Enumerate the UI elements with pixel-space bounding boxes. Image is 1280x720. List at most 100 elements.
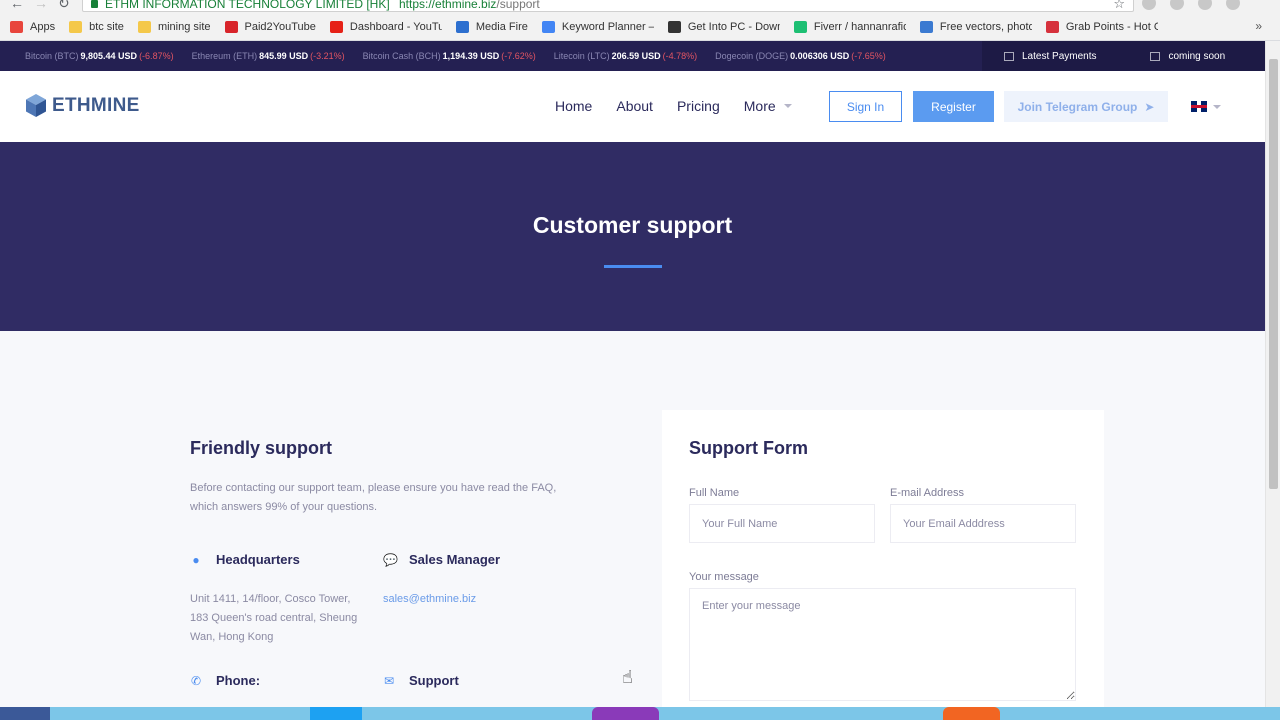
ticker-price: 1,194.39 USD bbox=[442, 51, 500, 61]
main-nav: Home About Pricing More bbox=[555, 98, 816, 114]
bookmark-item[interactable]: Dashboard - YouTube bbox=[329, 21, 442, 33]
phone-label: Phone: bbox=[216, 673, 261, 688]
bookmark-item[interactable]: mining site bbox=[137, 21, 211, 33]
bookmarks-bar: Apps btc site mining site Paid2YouTube Dashb… bbox=[0, 14, 1280, 41]
chat-bubble-icon: 💬 bbox=[383, 552, 398, 567]
uk-flag-icon bbox=[1191, 101, 1207, 112]
nav-pricing[interactable]: Pricing bbox=[677, 98, 720, 114]
sales-manager-heading: 💬 Sales Manager bbox=[383, 552, 500, 567]
ticker-item: Ethereum (ETH) 845.99 USD (-3.21%) bbox=[192, 51, 345, 61]
nav-home[interactable]: Home bbox=[555, 98, 592, 114]
ticker-change: (-7.65%) bbox=[851, 51, 886, 61]
instagram-icon[interactable] bbox=[592, 707, 659, 720]
sales-manager-label: Sales Manager bbox=[409, 552, 501, 567]
ticker-price: 845.99 USD bbox=[259, 51, 309, 61]
register-button[interactable]: Register bbox=[913, 91, 994, 122]
telegram-button[interactable]: Join Telegram Group ➤ bbox=[1004, 91, 1168, 122]
ticker-item: Dogecoin (DOGE) 0.006306 USD (-7.65%) bbox=[715, 51, 886, 61]
message-textarea[interactable] bbox=[689, 588, 1076, 701]
bookmark-item[interactable]: Paid2YouTube bbox=[224, 21, 316, 33]
extension-icon[interactable] bbox=[1226, 0, 1240, 10]
freepik-icon bbox=[919, 21, 933, 33]
bookmark-item[interactable]: Apps bbox=[10, 21, 55, 33]
url-text[interactable]: https://ethmine.biz/support bbox=[399, 0, 540, 11]
paper-plane-icon: ➤ bbox=[1144, 99, 1155, 114]
friendly-support-description: Before contacting our support team, plea… bbox=[190, 482, 557, 513]
ticker-change: (-4.78%) bbox=[662, 51, 698, 61]
ticker-change: (-7.62%) bbox=[501, 51, 536, 61]
chevron-down-icon bbox=[1213, 104, 1221, 109]
bookmark-item[interactable]: Keyword Planner – G bbox=[541, 21, 654, 33]
bookmark-label: Media Fire bbox=[475, 21, 528, 33]
scrollbar-thumb[interactable] bbox=[1269, 59, 1278, 489]
bookmark-label: btc site bbox=[89, 21, 124, 33]
address-bar[interactable]: ETHM INFORMATION TECHNOLOGY LIMITED [HK]… bbox=[82, 0, 1134, 12]
nav-about[interactable]: About bbox=[616, 98, 653, 114]
logo[interactable]: ETHMINE bbox=[25, 93, 140, 118]
chart-icon bbox=[1004, 51, 1014, 61]
getintopc-icon bbox=[667, 21, 681, 33]
bookmark-label: Keyword Planner – G bbox=[561, 21, 654, 33]
bookmark-label: Fiverr / hannanrafiq bbox=[813, 21, 906, 33]
bookmark-item[interactable]: Media Fire bbox=[455, 21, 528, 33]
bookmark-item[interactable]: Free vectors, photos bbox=[919, 21, 1032, 33]
sales-email-link[interactable]: sales@ethmine.biz bbox=[383, 593, 476, 605]
ticker-name: Litecoin (LTC) bbox=[553, 51, 610, 61]
language-selector[interactable] bbox=[1191, 101, 1221, 112]
message-label: Your message bbox=[689, 571, 759, 583]
email-label: E-mail Address bbox=[890, 487, 964, 499]
support-form: Support Form Full Name E-mail Address Yo… bbox=[662, 410, 1104, 720]
latest-payments-link[interactable]: Latest Payments bbox=[1004, 51, 1096, 62]
youtube-icon bbox=[329, 21, 343, 33]
extension-icon[interactable] bbox=[1170, 0, 1184, 10]
more-bookmarks-icon[interactable]: » bbox=[1255, 19, 1262, 33]
phone-heading: ✆ Phone: bbox=[190, 673, 260, 688]
twitter-icon[interactable] bbox=[310, 707, 362, 720]
title-underline bbox=[604, 265, 662, 268]
full-name-label: Full Name bbox=[689, 487, 740, 499]
bookmark-label: Paid2YouTube bbox=[244, 21, 316, 33]
bookmark-label: Get Into PC - Downlo bbox=[687, 21, 780, 33]
map-pin-icon: ● bbox=[192, 552, 200, 567]
forward-arrow-icon[interactable]: → bbox=[34, 0, 48, 11]
page-scrollbar[interactable] bbox=[1265, 41, 1280, 720]
bookmark-item[interactable]: btc site bbox=[69, 21, 124, 33]
coming-soon-label: coming soon bbox=[1168, 50, 1226, 62]
cube-logo-icon bbox=[26, 94, 46, 117]
lock-icon bbox=[91, 0, 98, 8]
bookmark-label: mining site bbox=[157, 21, 211, 33]
fiverr-icon bbox=[793, 21, 807, 33]
url-path: /support bbox=[496, 0, 540, 11]
profile-icon[interactable] bbox=[1198, 0, 1212, 10]
ticker-name: Ethereum (ETH) bbox=[191, 51, 258, 61]
nav-more[interactable]: More bbox=[744, 98, 792, 114]
coming-soon-link[interactable]: coming soon bbox=[1150, 51, 1225, 62]
full-name-input[interactable] bbox=[689, 504, 875, 543]
folder-icon bbox=[137, 21, 151, 33]
email-input[interactable] bbox=[890, 504, 1076, 543]
bookmark-label: Grab Points - Hot Off bbox=[1065, 21, 1158, 33]
bookmark-item[interactable]: Get Into PC - Downlo bbox=[667, 21, 780, 33]
price-ticker: Bitcoin (BTC) 9,805.44 USD (-6.87%) Ethereu… bbox=[0, 41, 1265, 71]
extension-icons bbox=[1142, 0, 1240, 10]
facebook-icon[interactable] bbox=[0, 707, 50, 720]
bookmark-item[interactable]: Fiverr / hannanrafiq bbox=[793, 21, 906, 33]
ticker-name: Bitcoin (BTC) bbox=[25, 51, 79, 61]
reload-icon[interactable]: ↻ bbox=[58, 0, 70, 12]
blogger-icon[interactable] bbox=[943, 707, 1000, 720]
paid2youtube-icon bbox=[224, 21, 238, 33]
headquarters-label: Headquarters bbox=[216, 552, 300, 567]
back-arrow-icon[interactable]: ← bbox=[10, 0, 24, 11]
sign-in-button[interactable]: Sign In bbox=[829, 91, 902, 122]
friendly-support-title: Friendly support bbox=[190, 438, 333, 458]
extension-icon[interactable] bbox=[1142, 0, 1156, 10]
bookmark-item[interactable]: Grab Points - Hot Off bbox=[1045, 21, 1158, 33]
hand-cursor-icon: ☝ bbox=[622, 667, 633, 687]
support-heading: ✉ Support bbox=[383, 673, 459, 688]
bookmark-star-icon[interactable]: ☆ bbox=[1113, 0, 1125, 12]
site-header: ETHMINE Home About Pricing More Sign In … bbox=[0, 71, 1265, 142]
telegram-button-label: Join Telegram Group bbox=[1017, 99, 1138, 114]
ticker-item: Bitcoin (BTC) 9,805.44 USD (-6.87%) bbox=[25, 51, 174, 61]
ticker-price: 9,805.44 USD bbox=[80, 51, 138, 61]
bookmark-label: Dashboard - YouTube bbox=[349, 21, 442, 33]
